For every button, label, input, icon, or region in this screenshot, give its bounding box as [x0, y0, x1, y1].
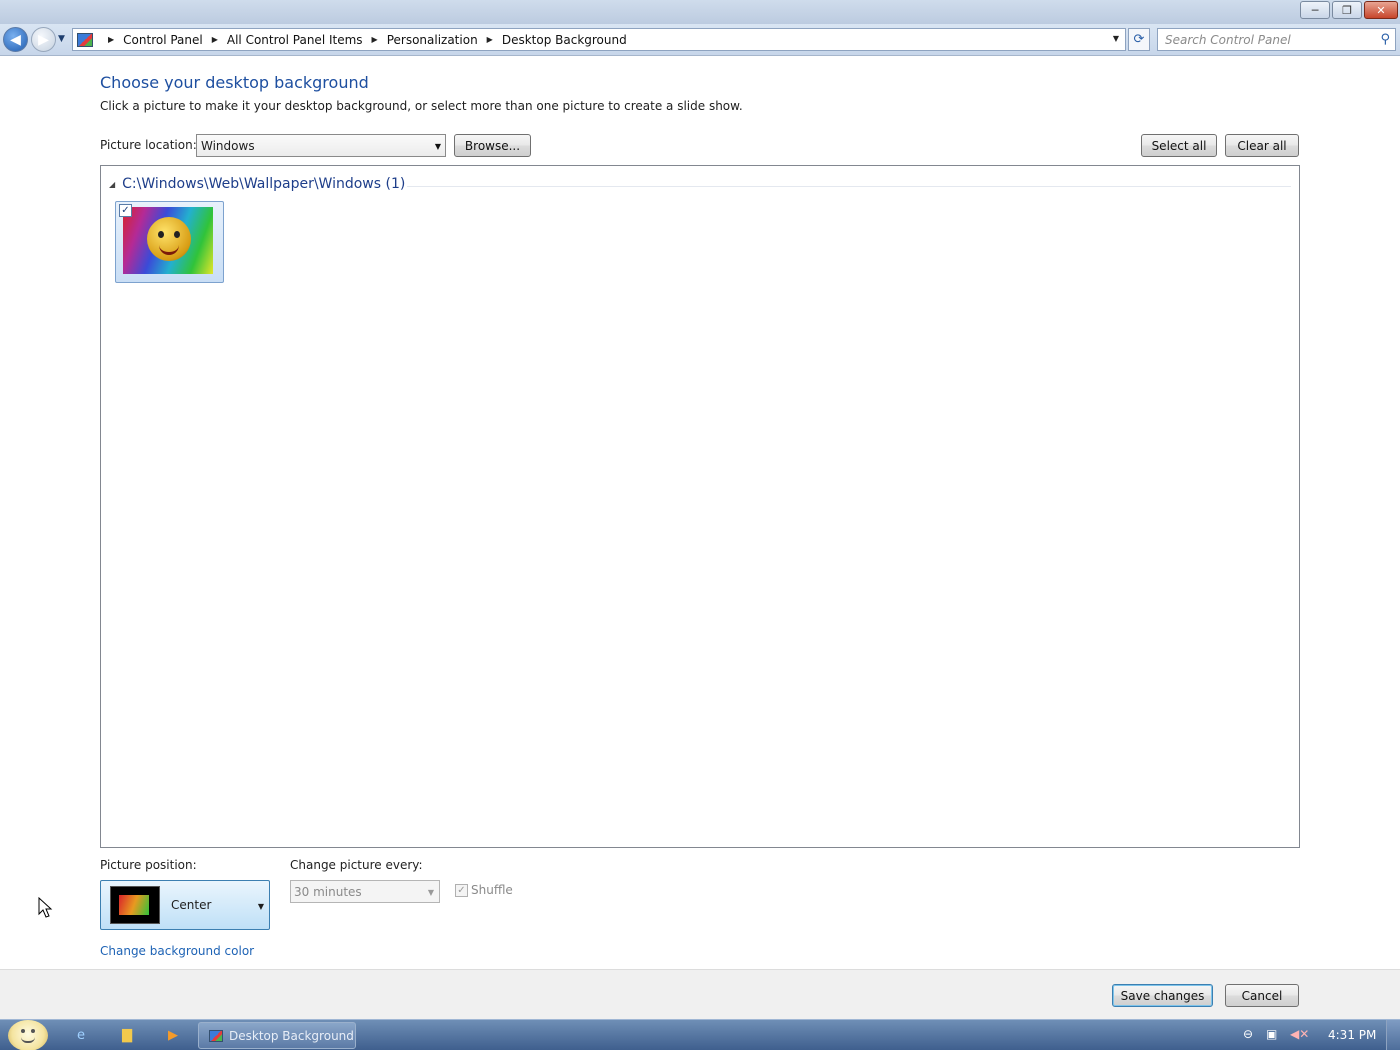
forward-arrow-icon: ▶	[38, 31, 49, 48]
wallpaper-thumbnail[interactable]: ✓	[115, 201, 224, 283]
control-panel-icon	[77, 32, 93, 47]
picture-position-select[interactable]: Center ▼	[100, 880, 270, 930]
breadcrumb-desktop-background[interactable]: Desktop Background	[502, 33, 627, 47]
taskbar-clock[interactable]: 4:31 PM	[1328, 1028, 1376, 1042]
cancel-button[interactable]: Cancel	[1225, 984, 1299, 1007]
taskbar: e ▇ ▶ Desktop Background ⊖ ▣ ◀✕ 4:31 PM	[0, 1019, 1400, 1050]
wallpaper-group-title: C:\Windows\Web\Wallpaper\Windows (1)	[122, 176, 406, 192]
group-divider	[407, 186, 1291, 187]
breadcrumb-separator-icon[interactable]: ▶	[372, 35, 378, 44]
chevron-down-icon: ▼	[434, 142, 441, 151]
volume-muted-icon[interactable]: ◀✕	[1290, 1027, 1309, 1041]
search-box[interactable]: ⚲	[1157, 28, 1396, 51]
breadcrumb-all-items[interactable]: All Control Panel Items	[227, 33, 363, 47]
smiley-character-image	[147, 217, 191, 261]
page-subtitle: Click a picture to make it your desktop …	[100, 99, 743, 113]
change-background-color-link[interactable]: Change background color	[100, 944, 254, 958]
refresh-icon: ⟳	[1133, 32, 1145, 47]
wallpaper-group-header[interactable]: ◢ C:\Windows\Web\Wallpaper\Windows (1)	[109, 176, 405, 192]
recent-pages-dropdown[interactable]: ▼	[58, 34, 65, 44]
breadcrumb-control-panel[interactable]: Control Panel	[123, 33, 203, 47]
breadcrumb: ▶ Control Panel ▶ All Control Panel Item…	[99, 33, 627, 47]
back-button[interactable]: ◀	[3, 27, 28, 52]
navigation-bar: ◀ ▶ ▼ ▶ Control Panel ▶ All Control Pane…	[0, 24, 1400, 56]
picture-location-label: Picture location:	[100, 138, 197, 152]
show-desktop-button[interactable]	[1386, 1020, 1400, 1050]
breadcrumb-separator-icon[interactable]: ▶	[108, 35, 114, 44]
refresh-button[interactable]: ⟳	[1128, 28, 1150, 51]
forward-button[interactable]: ▶	[31, 27, 56, 52]
network-icon[interactable]: ▣	[1266, 1027, 1277, 1041]
shuffle-option[interactable]: ✓ Shuffle	[455, 883, 513, 897]
search-icon[interactable]: ⚲	[1380, 32, 1390, 47]
page-title: Choose your desktop background	[100, 73, 369, 92]
wallpaper-gallery[interactable]: ◢ C:\Windows\Web\Wallpaper\Windows (1) ✓	[100, 165, 1300, 848]
address-history-dropdown-icon[interactable]: ▼	[1113, 34, 1119, 43]
folder-icon[interactable]: ▇	[119, 1027, 135, 1043]
back-arrow-icon: ◀	[10, 31, 21, 48]
window-controls: ─ ❐ ✕	[1298, 1, 1398, 19]
picture-position-value: Center	[171, 898, 212, 912]
breadcrumb-separator-icon[interactable]: ▶	[212, 35, 218, 44]
address-bar[interactable]: ▶ Control Panel ▶ All Control Panel Item…	[72, 28, 1126, 51]
restore-icon: ❐	[1342, 3, 1352, 17]
shuffle-checkbox[interactable]: ✓	[455, 883, 468, 897]
wallpaper-image	[123, 207, 213, 274]
title-bar: ─ ❐ ✕	[0, 0, 1400, 24]
minimize-icon: ─	[1311, 3, 1319, 17]
save-changes-button[interactable]: Save changes	[1112, 984, 1213, 1007]
start-button[interactable]	[8, 1020, 48, 1050]
taskbar-window-desktop-background[interactable]: Desktop Background	[198, 1022, 356, 1049]
position-preview-image	[110, 886, 160, 924]
chevron-down-icon: ▼	[427, 888, 434, 897]
breadcrumb-separator-icon[interactable]: ▶	[487, 35, 493, 44]
clear-all-button[interactable]: Clear all	[1225, 134, 1299, 157]
shuffle-label: Shuffle	[471, 883, 513, 897]
chevron-down-icon: ▼	[257, 902, 264, 911]
minimize-button[interactable]: ─	[1300, 1, 1330, 19]
change-interval-value: 30 minutes	[294, 884, 362, 899]
taskbar-window-label: Desktop Background	[229, 1028, 354, 1043]
select-all-button[interactable]: Select all	[1141, 134, 1217, 157]
change-picture-label: Change picture every:	[290, 858, 423, 872]
internet-explorer-icon[interactable]: e	[73, 1027, 89, 1043]
close-button[interactable]: ✕	[1364, 1, 1398, 19]
picture-position-label: Picture position:	[100, 858, 197, 872]
control-panel-icon	[209, 1029, 223, 1042]
browse-button[interactable]: Browse...	[454, 134, 531, 157]
breadcrumb-personalization[interactable]: Personalization	[387, 33, 478, 47]
media-player-icon[interactable]: ▶	[165, 1027, 181, 1043]
change-interval-select[interactable]: 30 minutes ▼	[290, 880, 440, 903]
wallpaper-checkbox[interactable]: ✓	[119, 204, 132, 217]
search-input[interactable]	[1165, 32, 1365, 47]
tray-expand-icon[interactable]: ⊖	[1243, 1027, 1253, 1041]
collapse-triangle-icon[interactable]: ◢	[109, 180, 115, 189]
picture-location-select[interactable]: Windows ▼	[196, 134, 446, 157]
restore-button[interactable]: ❐	[1332, 1, 1362, 19]
close-icon: ✕	[1376, 3, 1386, 17]
picture-location-value: Windows	[201, 138, 255, 153]
